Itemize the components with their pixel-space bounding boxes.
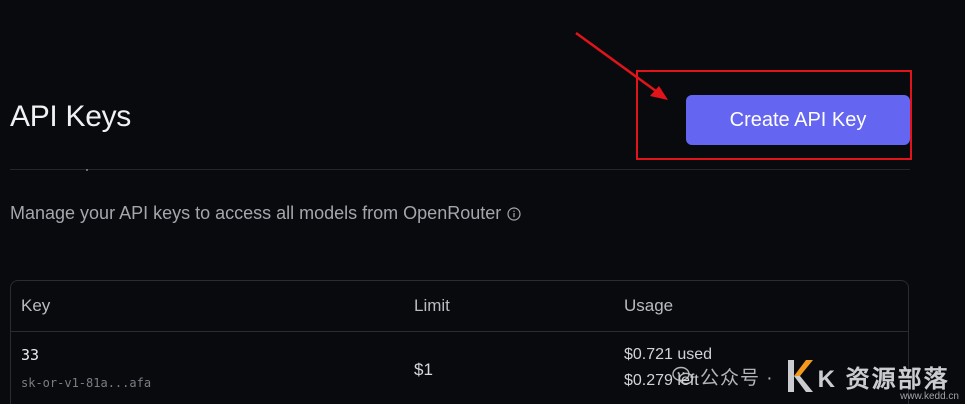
key-limit: $1 (414, 360, 433, 379)
column-header-limit: Limit (414, 296, 450, 315)
table-header: Key Limit Usage (11, 281, 908, 332)
usage-used: $0.721 used (624, 346, 713, 363)
column-header-key: Key (21, 296, 51, 315)
divider-marker (86, 169, 88, 171)
create-api-key-button[interactable]: Create API Key (686, 95, 910, 145)
arrow-icon (575, 31, 668, 100)
info-circle-icon[interactable] (507, 206, 521, 221)
header-divider (10, 169, 910, 170)
usage-left: $0.279 left (624, 372, 699, 389)
page-description: Manage your API keys to access all model… (10, 203, 521, 224)
key-value: sk-or-v1-81a...afa (21, 376, 152, 390)
page-description-text: Manage your API keys to access all model… (10, 203, 502, 223)
table-row[interactable]: 33 sk-or-v1-81a...afa $1 $0.721 used $0.… (11, 332, 908, 404)
key-name: 33 (21, 346, 40, 364)
page-title: API Keys (10, 100, 131, 133)
column-header-usage: Usage (624, 296, 674, 315)
api-keys-page: API Keys Create API Key Manage your API … (0, 0, 965, 404)
api-keys-table: Key Limit Usage 33 sk-or-v1-81a...afa $1… (10, 280, 909, 404)
